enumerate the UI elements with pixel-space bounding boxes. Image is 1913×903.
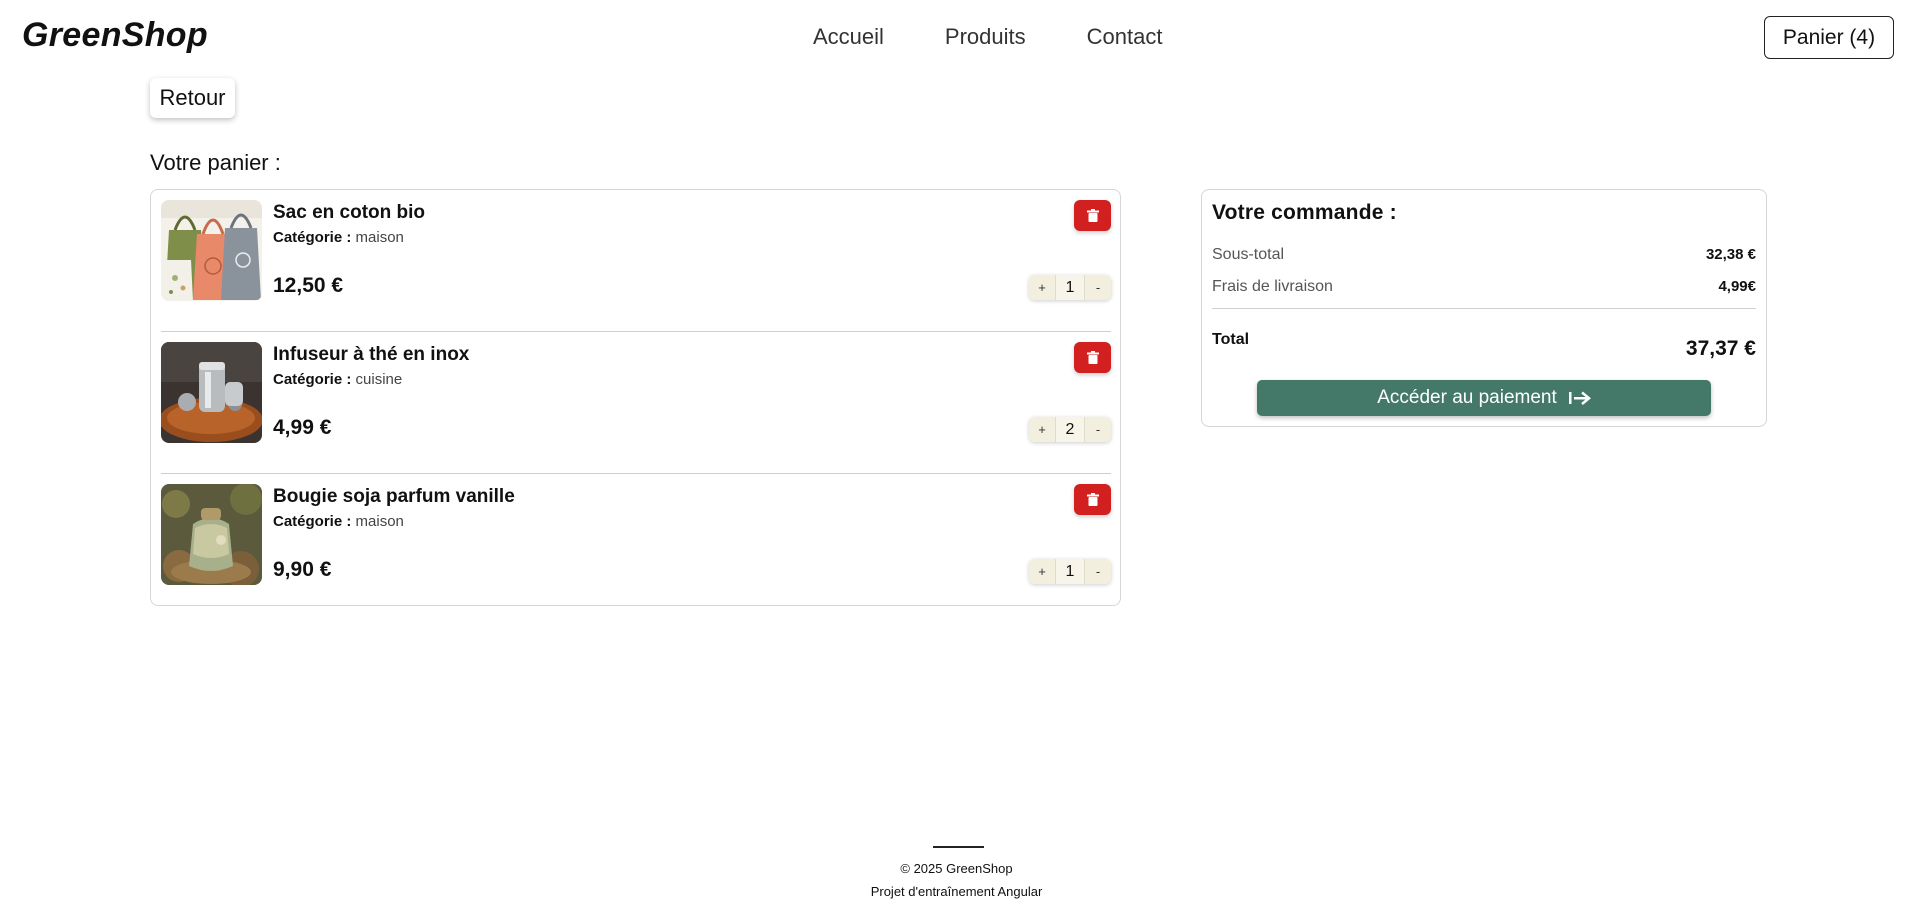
subtotal-value: 32,38 € [1705, 246, 1756, 263]
nav-produits[interactable]: Produits [945, 24, 1026, 50]
category-label: Catégorie : [273, 513, 352, 530]
cart-item: Infuseur à thé en inox Catégorie : cuisi… [161, 332, 1111, 474]
item-category: Catégorie : maison [273, 229, 404, 246]
logo[interactable]: GreenShop [22, 16, 208, 55]
product-image-candle [161, 484, 262, 585]
item-name: Bougie soja parfum vanille [273, 486, 515, 507]
increase-quantity-button[interactable]: + [1029, 559, 1055, 584]
increase-quantity-button[interactable]: + [1029, 417, 1055, 442]
summary-divider [1212, 308, 1756, 309]
subtotal-row: Sous-total 32,38 € [1212, 246, 1756, 264]
order-summary: Votre commande : Sous-total 32,38 € Frai… [1201, 189, 1767, 427]
main-nav: Accueil Produits Contact [813, 24, 1162, 50]
summary-title: Votre commande : [1212, 201, 1397, 224]
increase-quantity-button[interactable]: + [1029, 275, 1055, 300]
quantity-stepper: + 1 - [1029, 559, 1111, 584]
category-label: Catégorie : [273, 229, 352, 246]
item-price: 9,90 € [273, 558, 332, 581]
quantity-stepper: + 2 - [1029, 417, 1111, 442]
subtotal-label: Sous-total [1212, 246, 1285, 263]
checkout-button[interactable]: Accéder au paiement [1257, 380, 1711, 416]
arrow-right-to-bracket-icon [1568, 391, 1591, 405]
item-price: 12,50 € [273, 274, 344, 297]
footer-copyright: © 2025 GreenShop [900, 861, 1013, 876]
delete-item-button[interactable] [1074, 342, 1111, 373]
item-category: Catégorie : cuisine [273, 371, 402, 388]
cart-items-list: Sac en coton bio Catégorie : maison 12,5… [150, 189, 1121, 606]
decrease-quantity-button[interactable]: - [1085, 417, 1111, 442]
footer-subtitle: Projet d'entraînement Angular [870, 884, 1043, 899]
total-row: Total 37,37 € [1212, 331, 1756, 361]
delete-item-button[interactable] [1074, 200, 1111, 231]
trash-icon [1086, 351, 1099, 364]
decrease-quantity-button[interactable]: - [1085, 559, 1111, 584]
quantity-stepper: + 1 - [1029, 275, 1111, 300]
shipping-row: Frais de livraison 4,99€ [1212, 278, 1756, 296]
shipping-value: 4,99€ [1718, 278, 1756, 295]
cart-button[interactable]: Panier (4) [1764, 16, 1894, 59]
back-button[interactable]: Retour [150, 78, 235, 118]
category-value: maison [355, 229, 404, 246]
trash-icon [1086, 493, 1099, 506]
quantity-value: 1 [1055, 559, 1085, 584]
category-value: cuisine [355, 371, 403, 388]
quantity-value: 2 [1055, 417, 1085, 442]
product-image-tea-infuser [161, 342, 262, 443]
footer-divider [933, 846, 984, 848]
trash-icon [1086, 209, 1099, 222]
nav-accueil[interactable]: Accueil [813, 24, 884, 50]
cart-item: Bougie soja parfum vanille Catégorie : m… [161, 474, 1111, 616]
site-header: GreenShop Accueil Produits Contact Panie… [0, 0, 1913, 75]
item-category: Catégorie : maison [273, 513, 404, 530]
product-image-tote-bags [161, 200, 262, 301]
item-name: Infuseur à thé en inox [273, 344, 470, 365]
category-label: Catégorie : [273, 371, 352, 388]
category-value: maison [355, 513, 404, 530]
nav-contact[interactable]: Contact [1087, 24, 1163, 50]
shipping-label: Frais de livraison [1212, 278, 1333, 295]
cart-item: Sac en coton bio Catégorie : maison 12,5… [161, 190, 1111, 332]
checkout-button-label: Accéder au paiement [1377, 387, 1557, 408]
total-value: 37,37 € [1685, 337, 1756, 360]
total-label: Total [1212, 331, 1250, 348]
cart-title: Votre panier : [150, 150, 281, 175]
item-price: 4,99 € [273, 416, 332, 439]
delete-item-button[interactable] [1074, 484, 1111, 515]
quantity-value: 1 [1055, 275, 1085, 300]
item-name: Sac en coton bio [273, 202, 426, 223]
decrease-quantity-button[interactable]: - [1085, 275, 1111, 300]
